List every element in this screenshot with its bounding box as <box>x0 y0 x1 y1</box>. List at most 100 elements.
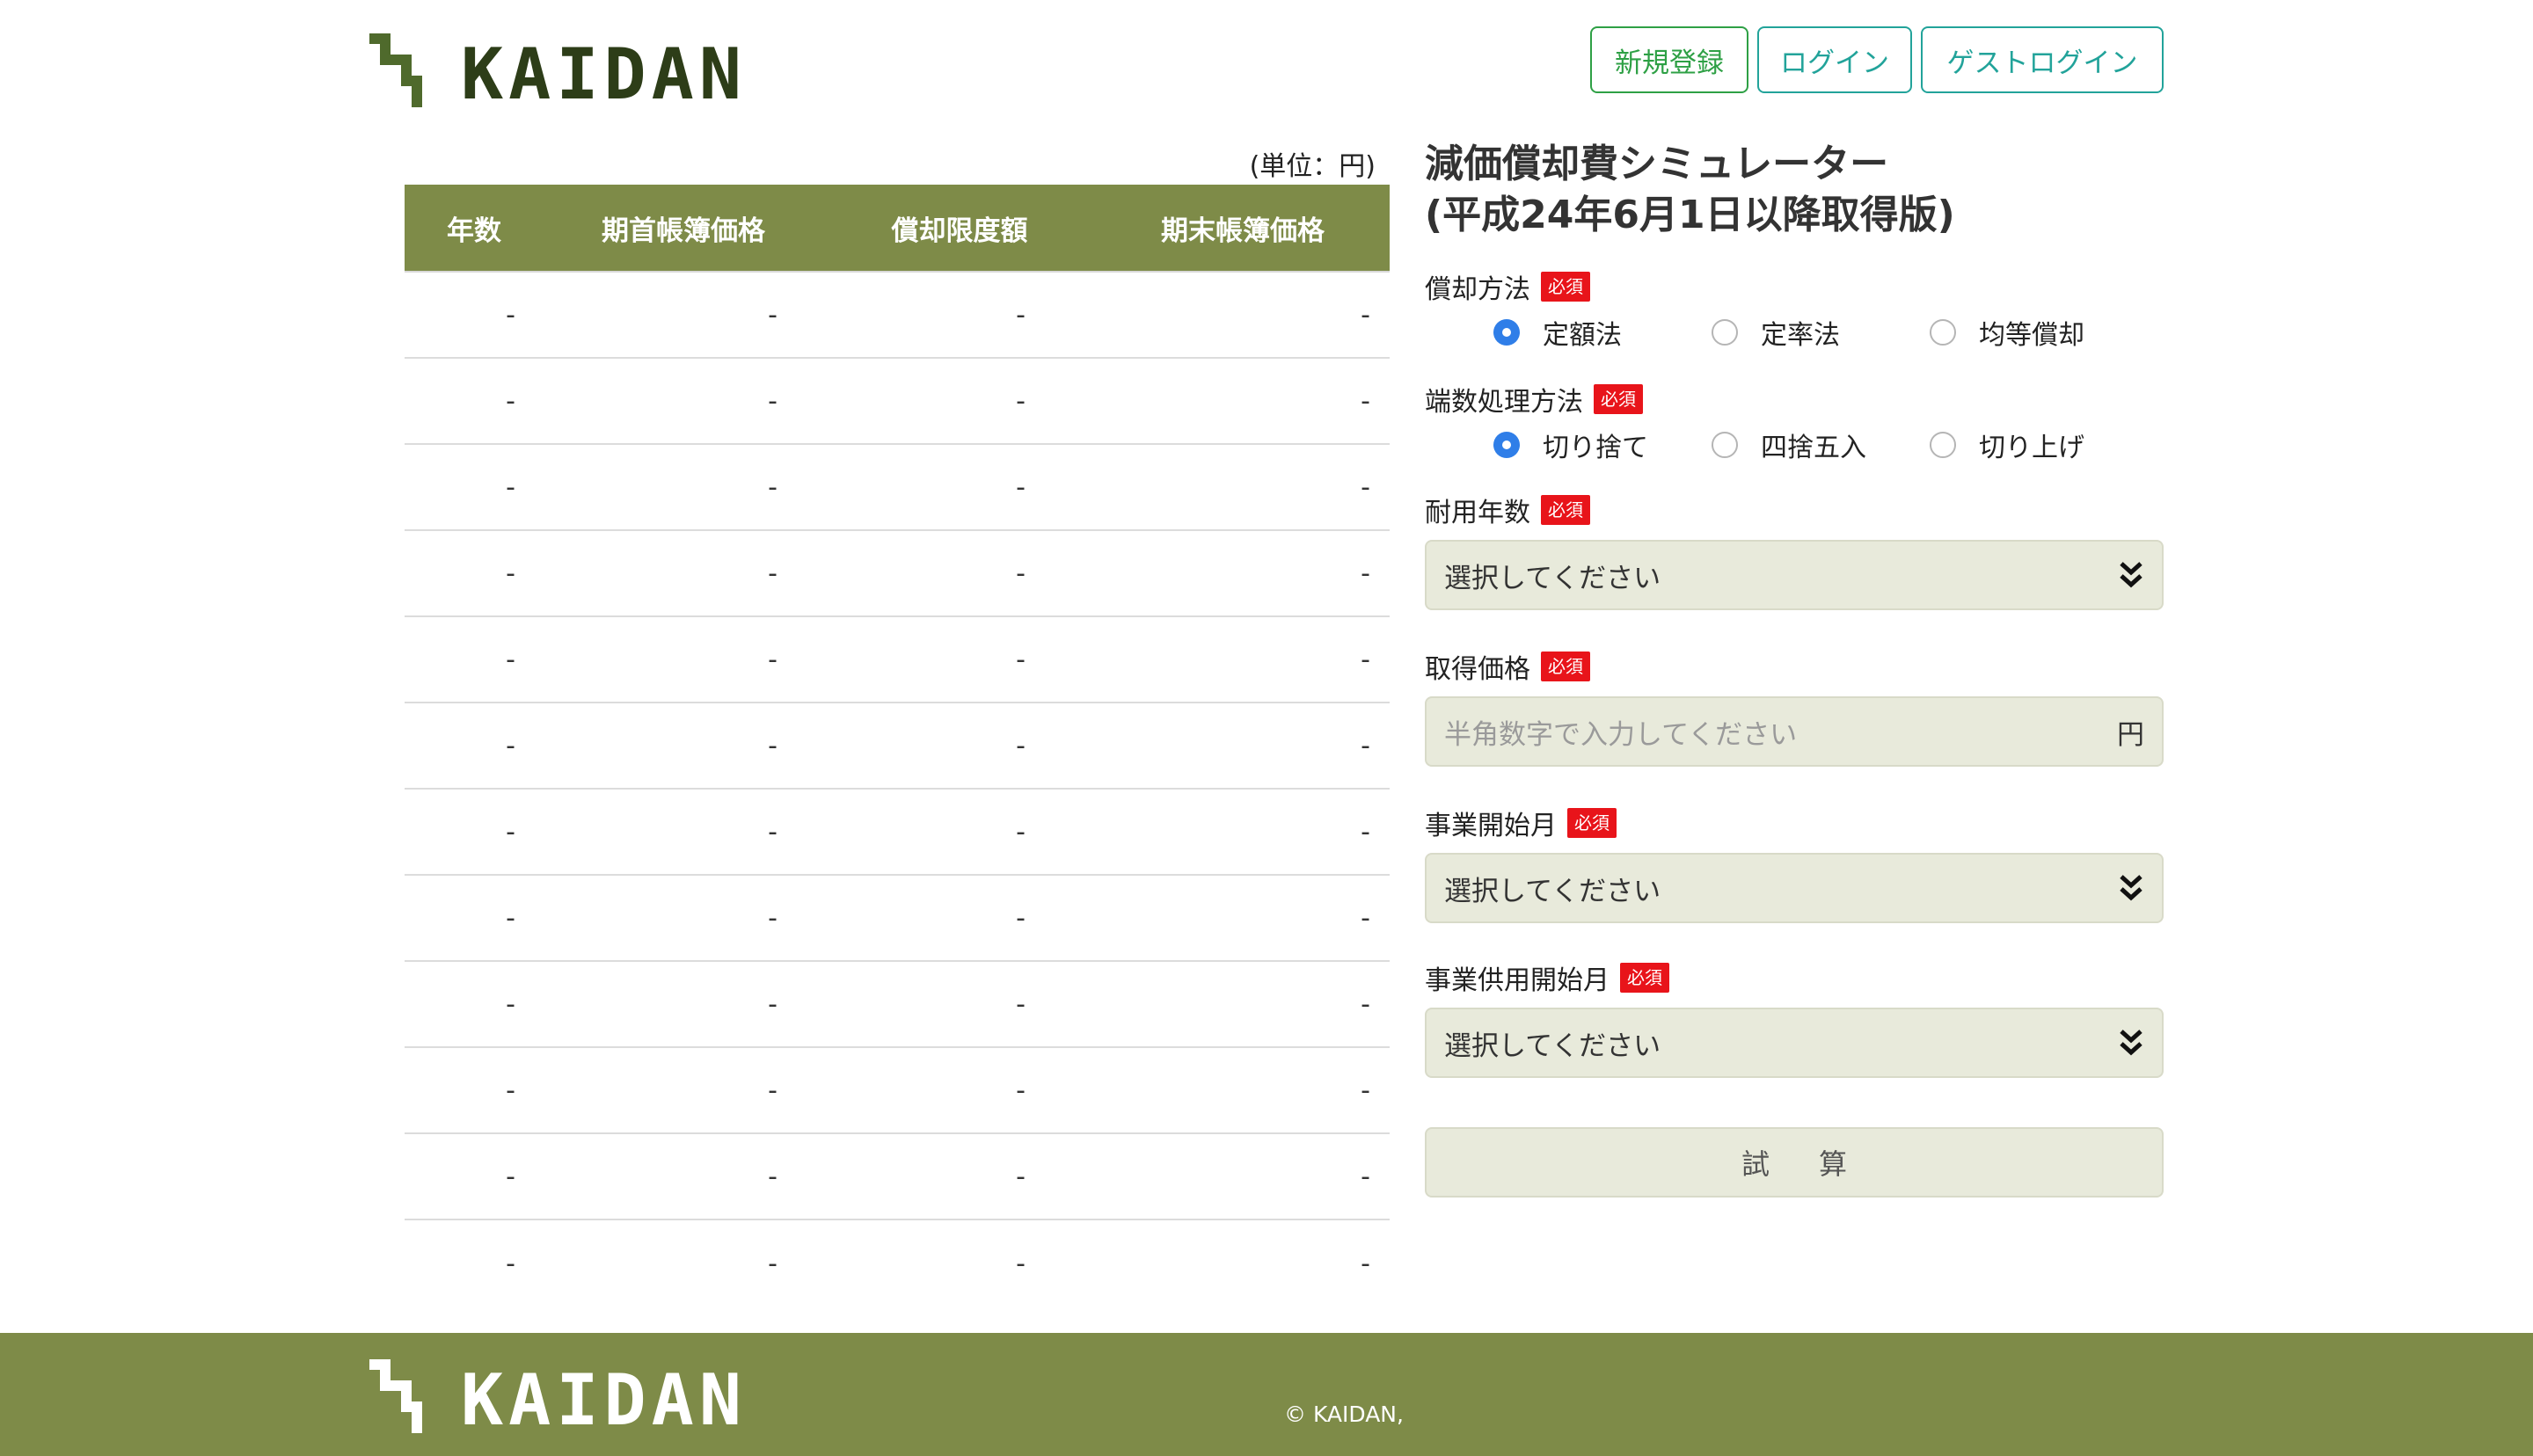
table-row: ---- <box>405 273 1390 359</box>
radio-label: 均等償却 <box>1979 320 2084 351</box>
table-row: ---- <box>405 1220 1390 1307</box>
table-cell: - <box>1016 385 1026 417</box>
table-cell: - <box>506 644 515 675</box>
radio-label: 切り上げ <box>1979 433 2084 463</box>
table-cell: - <box>1361 816 1370 848</box>
table-row: ---- <box>405 445 1390 531</box>
required-badge: 必須 <box>1541 272 1590 302</box>
stairs-icon <box>369 1359 422 1433</box>
radio-label: 定率法 <box>1761 320 1840 351</box>
business-start-month-select[interactable]: 選択してください <box>1425 853 2164 923</box>
radio-button[interactable] <box>1712 432 1738 458</box>
business-start-label: 事業開始月 <box>1425 811 1557 841</box>
rounding-radio-group: 切り捨て 四捨五入 切り上げ <box>1425 419 2164 471</box>
double-chevron-down-icon <box>2120 875 2142 901</box>
select-value: 選択してください <box>1444 1030 1661 1062</box>
calculate-button[interactable]: 試算 <box>1425 1127 2164 1198</box>
table-cell: - <box>768 816 777 848</box>
acquisition-price-label-row: 取得価格 必須 <box>1425 647 2164 686</box>
login-button[interactable]: ログイン <box>1757 26 1912 93</box>
table-cell: - <box>1016 1161 1026 1192</box>
useful-life-select[interactable]: 選択してください <box>1425 540 2164 610</box>
method-label: 償却方法 <box>1425 274 1530 305</box>
footer-kaidan-logo[interactable]: KAIDAN <box>369 1359 809 1433</box>
table-cell: - <box>506 385 515 417</box>
simulator-form: 減価償却費シミュレーター (平成24年6月1日以降取得版) 償却方法 必須 定額… <box>1425 139 2164 1198</box>
logo-wordmark: KAIDAN <box>461 1359 747 1433</box>
table-row: ---- <box>405 531 1390 617</box>
acquisition-price-input[interactable]: 半角数字で入力してください 円 <box>1425 696 2164 767</box>
business-start-label-row: 事業開始月 必須 <box>1425 804 2164 842</box>
table-cell: - <box>506 988 515 1020</box>
guest-login-button[interactable]: ゲストログイン <box>1921 26 2164 93</box>
table-row: ---- <box>405 962 1390 1048</box>
table-cell: - <box>1361 1248 1370 1279</box>
table-row: ---- <box>405 359 1390 445</box>
double-chevron-down-icon <box>2120 1030 2142 1056</box>
table-row: ---- <box>405 790 1390 876</box>
table-cell: - <box>768 1074 777 1106</box>
table-cell: - <box>1361 299 1370 331</box>
radio-label: 定額法 <box>1543 320 1622 351</box>
table-cell: - <box>1361 557 1370 589</box>
service-start-label: 事業供用開始月 <box>1425 965 1610 996</box>
radio-equal-depreciation[interactable]: 均等償却 <box>1930 313 2148 352</box>
table-cell: - <box>1361 730 1370 761</box>
table-cell: - <box>1016 902 1026 934</box>
radio-label: 四捨五入 <box>1761 433 1866 463</box>
logo-wordmark: KAIDAN <box>461 33 747 107</box>
radio-button[interactable] <box>1712 319 1738 346</box>
radio-button[interactable] <box>1930 319 1956 346</box>
radio-label: 切り捨て <box>1543 433 1648 463</box>
table-cell: - <box>1016 1074 1026 1106</box>
required-badge: 必須 <box>1567 808 1617 838</box>
table-row: ---- <box>405 1134 1390 1220</box>
input-placeholder: 半角数字で入力してください <box>1444 718 1798 751</box>
radio-button-checked[interactable] <box>1493 319 1520 346</box>
table-body: - - - - - - - - - - - - - - - - - - - - - - - - - - - - - - - - - - - - - - - -… <box>405 271 1390 1307</box>
service-start-month-select[interactable]: 選択してください <box>1425 1008 2164 1078</box>
table-cell: - <box>768 1161 777 1192</box>
select-value: 選択してください <box>1444 875 1661 907</box>
table-cell: - <box>1016 816 1026 848</box>
column-header-year: 年数 <box>447 215 501 247</box>
required-badge: 必須 <box>1620 963 1669 993</box>
method-label-row: 償却方法 必須 <box>1425 267 2164 306</box>
table-cell: - <box>506 902 515 934</box>
double-chevron-down-icon <box>2120 562 2142 588</box>
copyright-text: © KAIDAN, <box>1284 1401 1404 1427</box>
register-button[interactable]: 新規登録 <box>1590 26 1748 93</box>
useful-life-label: 耐用年数 <box>1425 498 1530 528</box>
table-row: ---- <box>405 1048 1390 1134</box>
table-cell: - <box>506 557 515 589</box>
table-cell: - <box>506 730 515 761</box>
table-cell: - <box>1016 644 1026 675</box>
table-cell: - <box>768 471 777 503</box>
rounding-label-row: 端数処理方法 必須 <box>1425 380 2164 419</box>
table-cell: - <box>768 644 777 675</box>
radio-round-down[interactable]: 切り捨て <box>1493 426 1712 464</box>
table-cell: - <box>1016 730 1026 761</box>
required-badge: 必須 <box>1541 652 1590 681</box>
table-cell: - <box>1016 988 1026 1020</box>
page-title-line2: (平成24年6月1日以降取得版) <box>1425 193 1955 237</box>
depreciation-table: (単位：円) 年数 期首帳簿価格 償却限度額 期末帳簿価格 ----------… <box>405 141 1390 1307</box>
radio-round-half[interactable]: 四捨五入 <box>1712 426 1930 464</box>
radio-button-checked[interactable] <box>1493 432 1520 458</box>
table-cell: - <box>1361 902 1370 934</box>
table-cell: - <box>1361 471 1370 503</box>
radio-round-up[interactable]: 切り上げ <box>1930 426 2148 464</box>
select-value: 選択してください <box>1444 562 1661 594</box>
table-cell: - <box>768 730 777 761</box>
kaidan-logo[interactable]: KAIDAN <box>369 33 809 107</box>
rounding-label: 端数処理方法 <box>1425 387 1583 418</box>
radio-button[interactable] <box>1930 432 1956 458</box>
table-cell: - <box>1361 988 1370 1020</box>
required-badge: 必須 <box>1541 495 1590 525</box>
table-cell: - <box>1016 299 1026 331</box>
page-title: 減価償却費シミュレーター (平成24年6月1日以降取得版) <box>1425 139 2164 241</box>
table-cell: - <box>1361 385 1370 417</box>
radio-declining-balance[interactable]: 定率法 <box>1712 313 1930 352</box>
radio-straight-line[interactable]: 定額法 <box>1493 313 1712 352</box>
table-row: ---- <box>405 876 1390 962</box>
